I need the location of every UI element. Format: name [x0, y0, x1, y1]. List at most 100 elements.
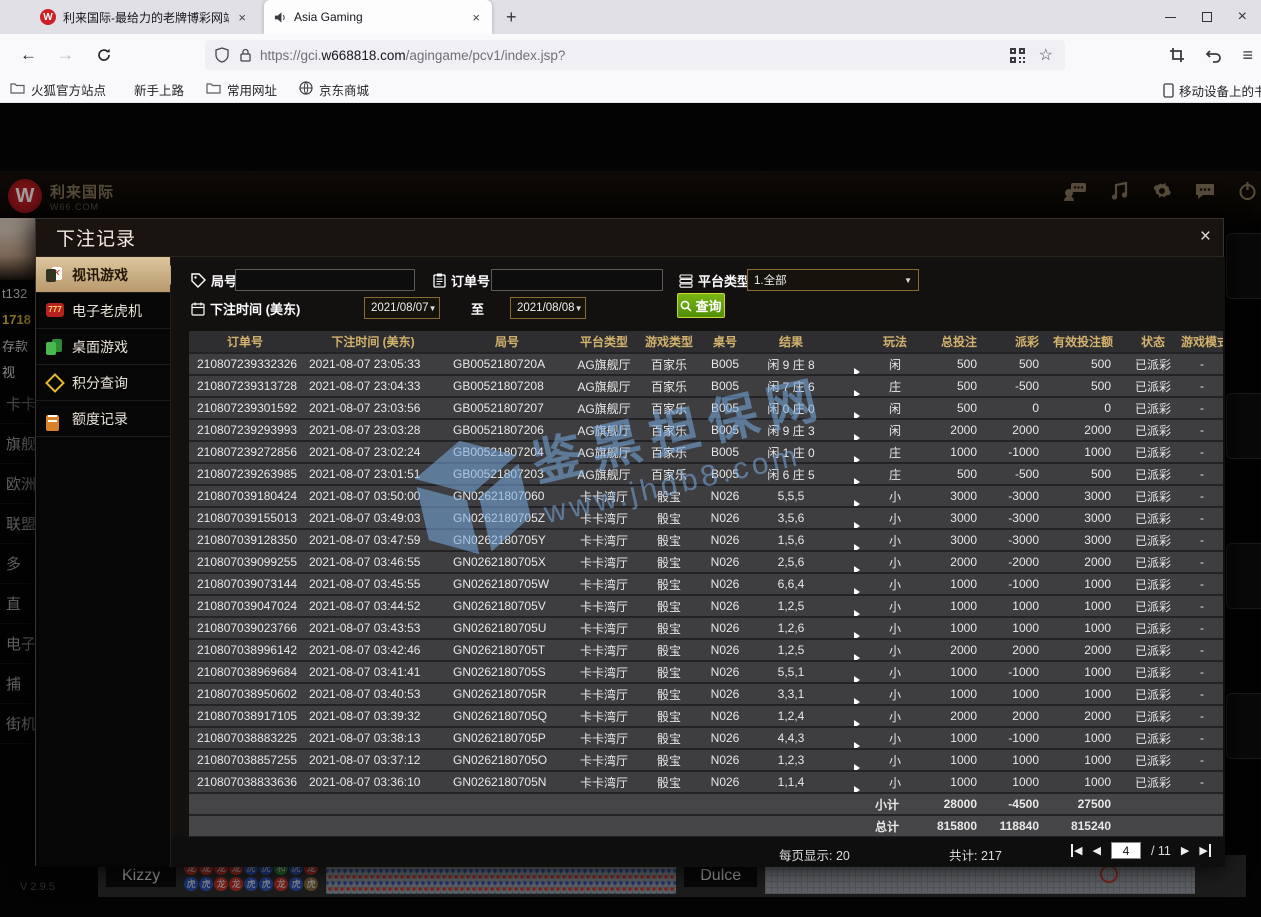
table-row[interactable]: 2108070389696842021-08-07 03:41:41GN0262…: [189, 661, 1223, 683]
cell: AG旗舰厅: [569, 375, 639, 397]
table-row[interactable]: 2108072393015922021-08-07 23:03:56GB0052…: [189, 397, 1223, 419]
audio-speaker-icon: [274, 11, 287, 24]
order-input[interactable]: [491, 269, 663, 291]
tab-close-icon[interactable]: ×: [236, 10, 248, 25]
table-row[interactable]: 2108070390237662021-08-07 03:43:53GN0262…: [189, 617, 1223, 639]
modal-close-button[interactable]: ×: [1200, 226, 1211, 248]
bookmark-label: 常用网址: [227, 80, 277, 99]
folder-icon: [10, 82, 25, 97]
table-row[interactable]: 2108072392939932021-08-07 23:03:28GB0052…: [189, 419, 1223, 441]
slot-777-icon: 777: [46, 303, 64, 319]
round-input[interactable]: [235, 269, 415, 291]
date-to-select[interactable]: 2021/08/08 ▼: [510, 297, 586, 319]
table-row[interactable]: 2108070388336362021-08-07 03:36:10GN0262…: [189, 771, 1223, 793]
platform-select[interactable]: 1.全部 ▼: [747, 269, 919, 291]
qr-scan-icon[interactable]: [1010, 48, 1025, 63]
cell: 2000: [1053, 639, 1125, 661]
video-cards-icon: K: [46, 267, 64, 283]
table-row[interactable]: 2108070389171052021-08-07 03:39:32GN0262…: [189, 705, 1223, 727]
cell: GN02621807060: [445, 485, 569, 507]
sidebar-item-1[interactable]: K视讯游戏: [36, 257, 170, 293]
reload-button[interactable]: [96, 47, 112, 63]
table-row[interactable]: 2108070390470242021-08-07 03:44:52GN0262…: [189, 595, 1223, 617]
last-page-button[interactable]: ▶: [1199, 844, 1210, 857]
table-row[interactable]: 2108070391550132021-08-07 03:49:03GN0262…: [189, 507, 1223, 529]
bookmark-item[interactable]: 新手上路: [128, 80, 184, 99]
table-row[interactable]: 2108070391283502021-08-07 03:47:59GN0262…: [189, 529, 1223, 551]
cell: N026: [699, 661, 751, 683]
table-row[interactable]: 2108070389506022021-08-07 03:40:53GN0262…: [189, 683, 1223, 705]
window-minimize-button[interactable]: [1165, 17, 1176, 18]
bookmarks-mobile-label: 移动设备上的书签: [1179, 81, 1261, 100]
sidebar-item-2[interactable]: 777 电子老虎机: [36, 293, 170, 329]
bookmark-item[interactable]: 常用网址: [206, 80, 277, 99]
status-cell: 已派彩: [1125, 529, 1181, 551]
cell: 骰宝: [639, 529, 699, 551]
sidebar-item-4[interactable]: 积分查询: [36, 365, 170, 401]
cell: 百家乐: [639, 353, 699, 375]
table-row[interactable]: 2108070390731442021-08-07 03:45:55GN0262…: [189, 573, 1223, 595]
table-row[interactable]: 2108070391804242021-08-07 03:50:00GN0262…: [189, 485, 1223, 507]
back-button[interactable]: ←: [20, 45, 37, 65]
replay-cell: [831, 617, 865, 639]
sidebar-item-5[interactable]: 额度记录: [36, 401, 170, 437]
first-page-button[interactable]: ◀: [1071, 844, 1082, 857]
status-cell: 已派彩: [1125, 573, 1181, 595]
query-button[interactable]: 查询: [677, 293, 725, 318]
window-maximize-button[interactable]: [1202, 12, 1212, 22]
menu-hamburger-icon[interactable]: ≡: [1242, 45, 1253, 66]
bookmark-item[interactable]: 京东商城: [299, 80, 369, 99]
table-row[interactable]: 2108070390992552021-08-07 03:46:55GN0262…: [189, 551, 1223, 573]
date-from-select[interactable]: 2021/08/07 ▼: [364, 297, 440, 319]
table-row[interactable]: 2108072393323262021-08-07 23:05:33GB0052…: [189, 353, 1223, 375]
table-row[interactable]: 2108072393137282021-08-07 23:04:33GB0052…: [189, 375, 1223, 397]
status-cell: 已派彩: [1125, 441, 1181, 463]
bookmarks-mobile[interactable]: 移动设备上的书签: [1163, 81, 1261, 100]
cell: 2021-08-07 03:49:03: [301, 507, 445, 529]
forward-button[interactable]: →: [57, 45, 74, 65]
mode-cell: -: [1181, 375, 1223, 397]
bookmark-item[interactable]: 火狐官方站点: [10, 80, 106, 99]
cell: 闲 0 庄 0: [751, 397, 831, 419]
cell: 百家乐: [639, 397, 699, 419]
tab-asia-gaming[interactable]: Asia Gaming ×: [264, 0, 492, 34]
replay-cell: [831, 419, 865, 441]
mode-cell: -: [1181, 397, 1223, 419]
shield-permissions-icon[interactable]: [215, 47, 229, 63]
tab-w66[interactable]: W 利来国际-最给力的老牌博彩网站 ×: [30, 0, 258, 34]
sidebar-item-3[interactable]: 桌面游戏: [36, 329, 170, 365]
next-page-button[interactable]: ▶: [1181, 844, 1189, 857]
table-row[interactable]: 2108072392728562021-08-07 23:02:24GB0052…: [189, 441, 1223, 463]
window-close-button[interactable]: ×: [1238, 9, 1247, 25]
url-bar[interactable]: https://gci.w668818.com/agingame/pcv1/in…: [205, 40, 1065, 70]
cell: 500: [1053, 375, 1125, 397]
cell: 闲 1 庄 0: [751, 441, 831, 463]
cell: N026: [699, 551, 751, 573]
table-row[interactable]: 2108070389961422021-08-07 03:42:46GN0262…: [189, 639, 1223, 661]
cell: 2021-08-07 03:40:53: [301, 683, 445, 705]
cell: 210807039023766: [189, 617, 301, 639]
screenshot-crop-icon[interactable]: [1169, 47, 1185, 63]
page-number-input[interactable]: [1111, 842, 1141, 859]
sidebar-item-label: 电子老虎机: [72, 301, 142, 321]
cell: 小: [865, 507, 925, 529]
cell: 2021-08-07 03:47:59: [301, 529, 445, 551]
cell: 500: [1053, 463, 1125, 485]
cell: B005: [699, 441, 751, 463]
table-row[interactable]: 2108070388572552021-08-07 03:37:12GN0262…: [189, 749, 1223, 771]
new-tab-button[interactable]: +: [506, 7, 517, 28]
table-row[interactable]: 2108070388832252021-08-07 03:38:13GN0262…: [189, 727, 1223, 749]
cell: 小: [865, 771, 925, 793]
replay-cell: [831, 639, 865, 661]
cell: 骰宝: [639, 639, 699, 661]
prev-page-button[interactable]: ◀: [1092, 844, 1100, 857]
summary-payout: -4500: [991, 793, 1053, 815]
table-row[interactable]: 2108072392639852021-08-07 23:01:51GB0052…: [189, 463, 1223, 485]
undo-arrow-icon[interactable]: [1205, 48, 1222, 63]
url-text[interactable]: https://gci.w668818.com/agingame/pcv1/in…: [260, 48, 1010, 63]
lock-icon[interactable]: [239, 48, 252, 63]
bookmark-star-icon[interactable]: ☆: [1039, 45, 1053, 65]
tab-close-icon[interactable]: ×: [470, 10, 482, 25]
summary-label: 总计: [189, 815, 925, 837]
cell: 百家乐: [639, 419, 699, 441]
